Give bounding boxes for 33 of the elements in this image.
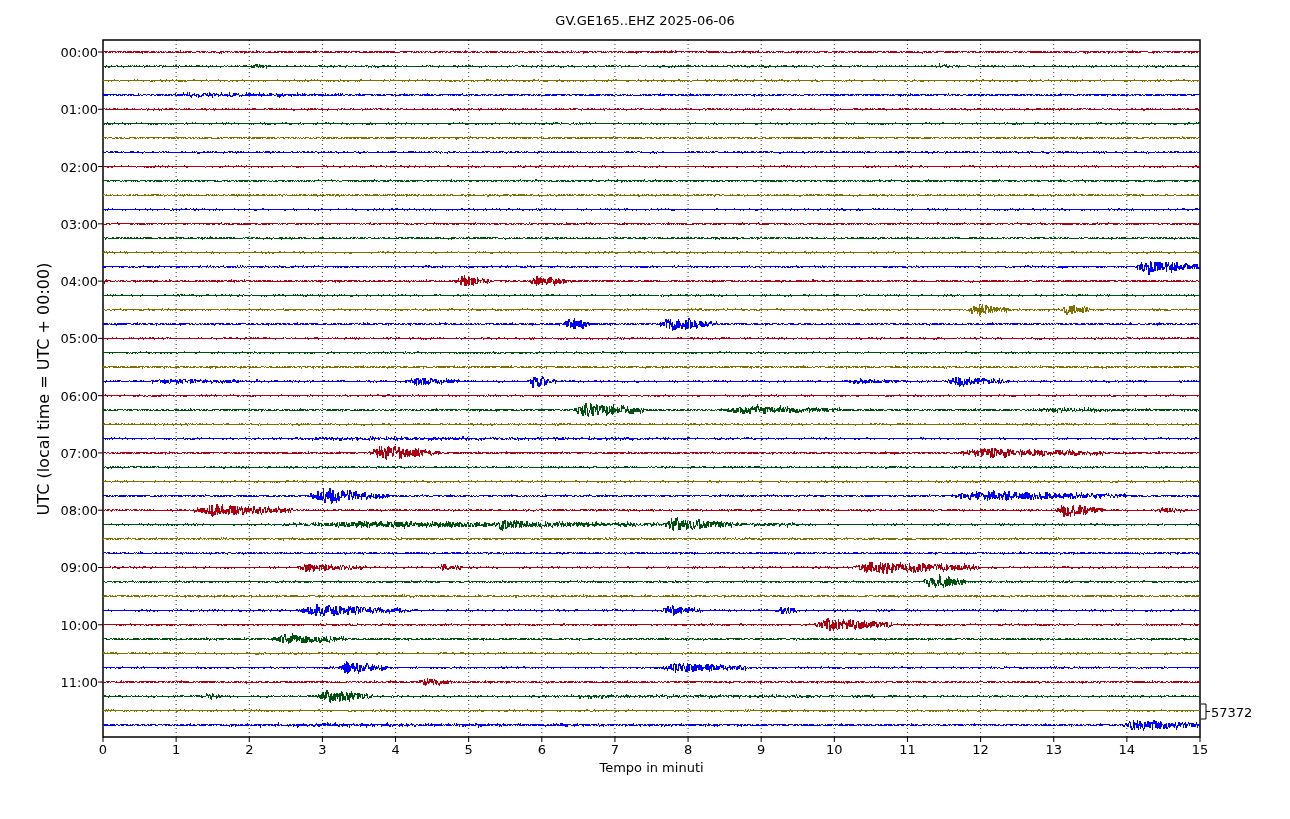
y-tick-label: 03:00 — [60, 216, 98, 232]
y-tick-label: 06:00 — [60, 388, 98, 404]
plot-title: GV.GE165..EHZ 2025-06-06 — [555, 13, 735, 28]
x-tick-label: 3 — [318, 742, 327, 757]
scale-bracket — [1200, 703, 1211, 720]
x-tick-label: 8 — [683, 742, 693, 757]
y-tick-label: 08:00 — [60, 503, 98, 519]
x-tick-label: 13 — [1045, 742, 1062, 757]
x-tick-label: 2 — [245, 742, 254, 757]
x-tick-label: 9 — [757, 742, 766, 757]
y-tick-label: 04:00 — [60, 274, 98, 290]
y-tick-label: 10:00 — [60, 617, 98, 633]
y-tick-label: 01:00 — [60, 102, 98, 118]
x-tick-label: 11 — [899, 742, 916, 757]
x-tick-label: 0 — [98, 742, 108, 757]
y-axis-label: UTC (local time = UTC + 00:00) — [34, 262, 53, 516]
x-tick-label: 6 — [537, 742, 546, 757]
y-tick-label: 00:00 — [60, 45, 98, 60]
x-tick-label: 10 — [826, 742, 843, 757]
x-tick-label: 1 — [172, 742, 181, 757]
x-tick-label: 15 — [1191, 742, 1209, 757]
scale-label: 57372 — [1211, 705, 1253, 720]
y-tick-label: 07:00 — [60, 445, 98, 461]
x-axis-label: Tempo in minuti — [599, 760, 704, 775]
x-tick-label: 7 — [610, 742, 620, 757]
y-tick-label: 05:00 — [60, 331, 98, 347]
y-tick-label: 02:00 — [60, 159, 98, 175]
y-tick-label: 09:00 — [60, 560, 98, 576]
x-tick-label: 4 — [391, 742, 400, 757]
y-tick-label: 11:00 — [60, 675, 98, 691]
x-tick-label: 14 — [1118, 742, 1136, 757]
x-tick-label: 5 — [464, 742, 473, 757]
x-tick-label: 12 — [972, 742, 989, 757]
